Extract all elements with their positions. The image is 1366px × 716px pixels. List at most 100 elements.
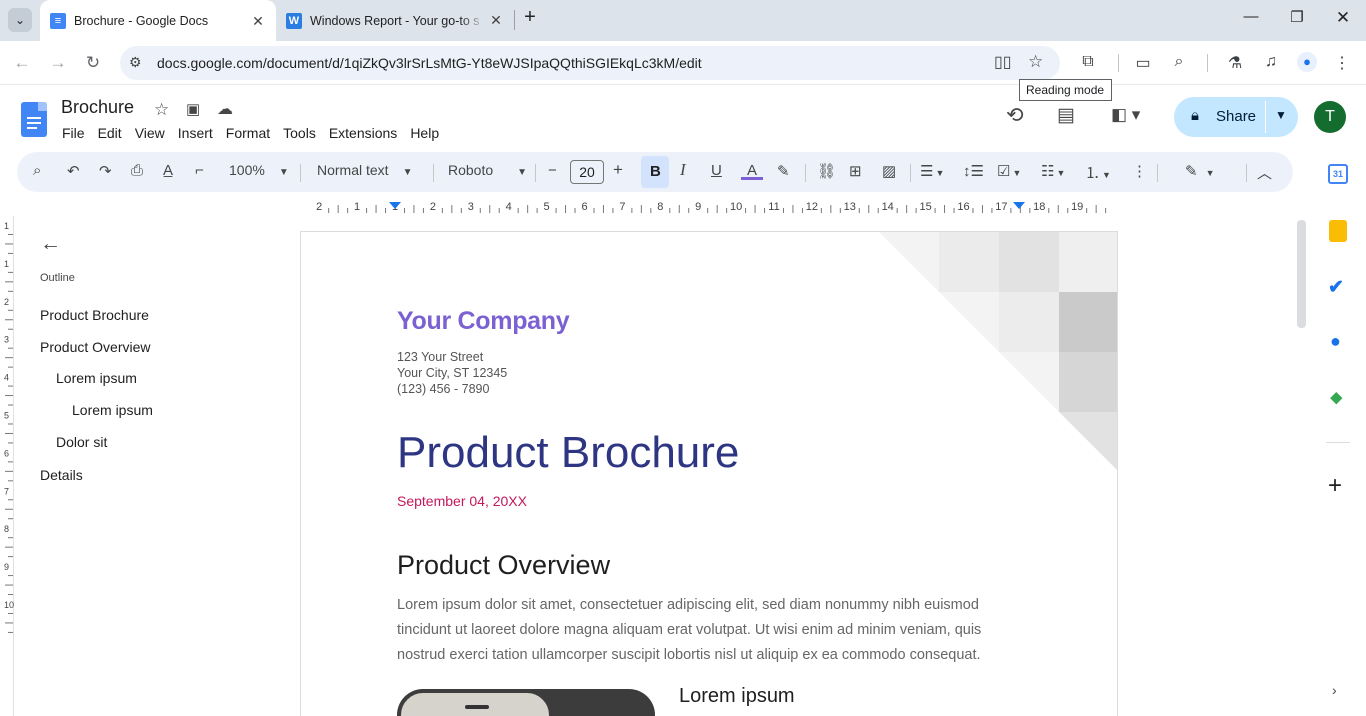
menu-edit[interactable]: Edit [98,125,122,141]
menu-extensions[interactable]: Extensions [329,125,397,141]
outline-item-product-overview[interactable]: Product Overview [40,339,150,355]
move-folder-icon[interactable]: ▣ [186,100,200,118]
collapse-toolbar-icon[interactable]: ︿ [1257,162,1272,183]
close-outline-arrow-icon[interactable]: ← [40,232,61,256]
editing-mode-icon[interactable]: ✎ ▼ [1185,162,1215,180]
forward-icon[interactable]: → [47,53,69,73]
ruler-right-indent-marker[interactable] [1013,202,1025,209]
toolbar-divider [1157,164,1158,182]
outline-item-lorem-ipsum-sub[interactable]: Lorem ipsum [72,402,153,418]
tab-brochure[interactable]: ≡ Brochure - Google Docs ✕ [40,0,276,42]
spellcheck-icon[interactable]: A̲ [163,162,173,179]
undo-icon[interactable]: ↶ [67,162,80,180]
numbered-list-icon[interactable]: ⒈ ▼ [1085,162,1111,183]
bulleted-list-icon[interactable]: ☷ ▼ [1041,162,1065,180]
meet-icon[interactable]: ◧ ▾ [1111,105,1140,125]
ruler-label: 3 [4,335,9,345]
cloud-saved-icon[interactable]: ☁ [217,99,233,119]
document-page[interactable]: Your Company 123 Your Street Your City, … [300,231,1118,716]
close-tab-icon[interactable]: ✕ [486,12,506,29]
keep-icon[interactable] [1329,220,1347,242]
reload-icon[interactable]: ↻ [82,53,104,73]
vertical-ruler[interactable]: 2112345678910 [0,183,14,716]
back-icon[interactable]: ← [11,53,33,73]
bookmark-star-icon[interactable]: ☆ [1028,52,1043,72]
minimize-icon[interactable]: — [1239,8,1263,25]
ruler-label: 14 [882,201,894,213]
tab-title: Brochure - Google Docs [74,14,209,28]
highlight-icon[interactable]: ✎ [777,162,790,180]
underline-icon[interactable]: U [711,162,722,179]
checklist-icon[interactable]: ☑ ▼ [997,162,1021,180]
media-icon[interactable]: ♫ [1259,53,1283,71]
google-docs-icon: ≡ [50,13,66,29]
google-docs-logo-icon[interactable] [21,102,47,137]
outline-item-dolor-sit[interactable]: Dolor sit [56,434,107,450]
ruler-label: 10 [730,201,742,213]
version-history-icon[interactable]: ⟲ [1006,103,1024,128]
line-spacing-icon[interactable]: ↕☰ [963,162,984,180]
reading-list-icon[interactable]: ▭ [1131,53,1155,73]
font-select[interactable]: Roboto ▼ [448,162,527,178]
maps-icon[interactable]: ⬥ [1330,387,1343,408]
new-tab-icon[interactable]: + [518,6,542,29]
paint-format-icon[interactable]: ⌐ [195,162,204,179]
decrease-font-size-button[interactable]: − [548,162,557,179]
vertical-scrollbar[interactable] [1297,220,1306,328]
text-color-icon[interactable]: A [741,162,763,180]
extensions-icon[interactable]: ⧉ [1076,53,1100,71]
document-title[interactable]: Brochure [61,97,134,118]
menu-tools[interactable]: Tools [283,125,316,141]
menu-view[interactable]: View [135,125,165,141]
outline-item-product-brochure[interactable]: Product Brochure [40,307,149,323]
redo-icon[interactable]: ↷ [99,162,112,180]
ruler-label: 15 [919,201,931,213]
site-info-icon[interactable]: ⚙ [129,54,142,71]
font-size-input[interactable]: 20 [570,160,604,184]
reading-mode-icon[interactable]: ▯▯ [994,52,1012,72]
style-select[interactable]: Normal text ▼ [317,162,412,178]
avatar[interactable]: T [1314,101,1346,133]
profile-icon[interactable]: ● [1297,52,1317,72]
address-bar[interactable]: ⚙ docs.google.com/document/d/1qiZkQv3lrS… [120,46,1060,80]
menu-insert[interactable]: Insert [178,125,213,141]
ruler-left-indent-marker[interactable] [389,202,401,209]
add-comment-icon[interactable]: ⊞ [849,162,862,180]
search-icon[interactable]: ⌕ [1167,53,1191,71]
tasks-icon[interactable]: ✔ [1328,276,1344,299]
more-options-icon[interactable]: ⋮ [1132,162,1147,180]
insert-link-icon[interactable]: ⛓ [817,162,836,180]
increase-font-size-button[interactable]: + [613,160,623,180]
share-button[interactable]: 🔒︎ Share ▼ [1174,97,1298,137]
url-text[interactable]: docs.google.com/document/d/1qiZkQv3lrSrL… [157,55,702,71]
menu-help[interactable]: Help [410,125,439,141]
maximize-icon[interactable]: ❐ [1285,8,1309,26]
expand-panel-icon[interactable]: › [1332,682,1337,698]
labs-icon[interactable]: ⚗ [1223,53,1247,73]
comments-icon[interactable]: ▤ [1057,104,1075,127]
tab-search-icon[interactable]: ⌄ [8,8,32,32]
contacts-icon[interactable]: ● [1330,331,1341,352]
outline-item-details[interactable]: Details [40,467,83,483]
star-icon[interactable]: ☆ [154,100,169,120]
tab-windows-report[interactable]: W Windows Report - Your go-to s ✕ [276,0,514,41]
menu-file[interactable]: File [62,125,85,141]
menu-format[interactable]: Format [226,125,270,141]
insert-image-icon[interactable]: ▨ [882,162,896,180]
close-tab-icon[interactable]: ✕ [248,13,268,30]
share-dropdown-icon[interactable]: ▼ [1275,108,1287,122]
print-icon[interactable]: ⎙ [131,162,143,179]
close-window-icon[interactable]: ✕ [1331,8,1355,28]
bold-button[interactable]: B [641,156,669,188]
align-icon[interactable]: ☰ ▼ [920,162,944,180]
menu-icon[interactable]: ⋮ [1330,53,1354,73]
horizontal-ruler[interactable]: 2112345678910111213141516171819 [300,198,1118,216]
zoom-select[interactable]: 100% ▼ [229,162,289,178]
search-menus-icon[interactable]: ⌕ [33,162,41,179]
text-color-swatch [741,177,763,180]
italic-icon[interactable]: I [680,160,686,180]
outline-item-lorem-ipsum[interactable]: Lorem ipsum [56,370,137,386]
calendar-icon[interactable]: 31 [1328,164,1348,184]
add-addon-icon[interactable]: + [1328,472,1342,500]
ruler-label: 6 [581,201,587,213]
